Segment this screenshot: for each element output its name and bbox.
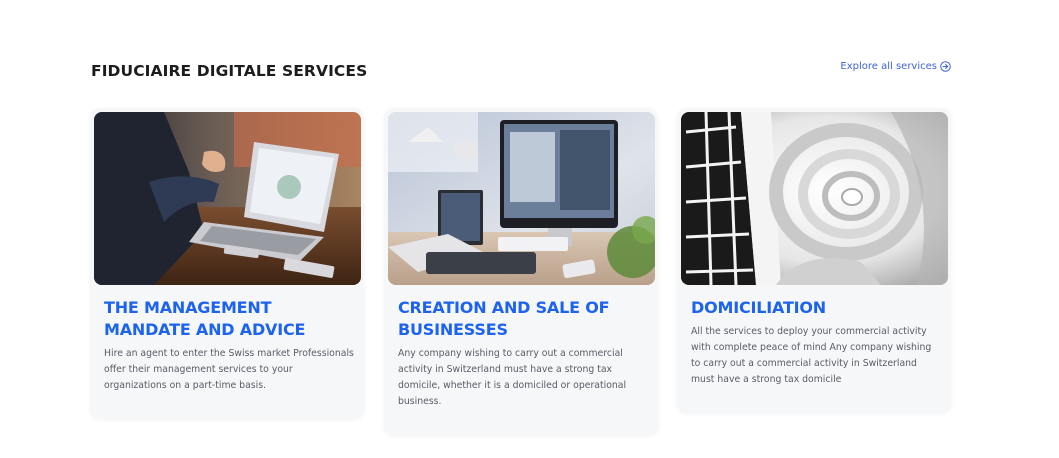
card-title: THE MANAGEMENT MANDATE AND ADVICE [104,298,306,339]
card-description: Any company wishing to carry out a comme… [398,348,627,407]
card-title: DOMICILIATION [691,298,827,317]
explore-all-services-link[interactable]: Explore all services [840,61,951,72]
card-title: CREATION AND SALE OF BUSINESSES [398,298,610,339]
explore-link-label: Explore all services [840,61,937,72]
card-description: Hire an agent to enter the Swiss market … [104,348,354,391]
business-meeting-laptop-photo [94,112,361,285]
spiral-staircase-architecture-photo [681,112,948,285]
desk-computer-workspace-photo [388,112,655,285]
arrow-right-circle-icon [940,61,951,72]
section-title: FIDUCIAIRE DIGITALE SERVICES [91,62,368,80]
card-description: All the services to deploy your commerci… [691,326,932,385]
service-card-management[interactable]: THE MANAGEMENT MANDATE AND ADVICE Hire a… [90,108,364,419]
service-card-creation-sale[interactable]: CREATION AND SALE OF BUSINESSES Any comp… [384,108,658,436]
service-card-domiciliation[interactable]: DOMICILIATION All the services to deploy… [677,108,951,413]
